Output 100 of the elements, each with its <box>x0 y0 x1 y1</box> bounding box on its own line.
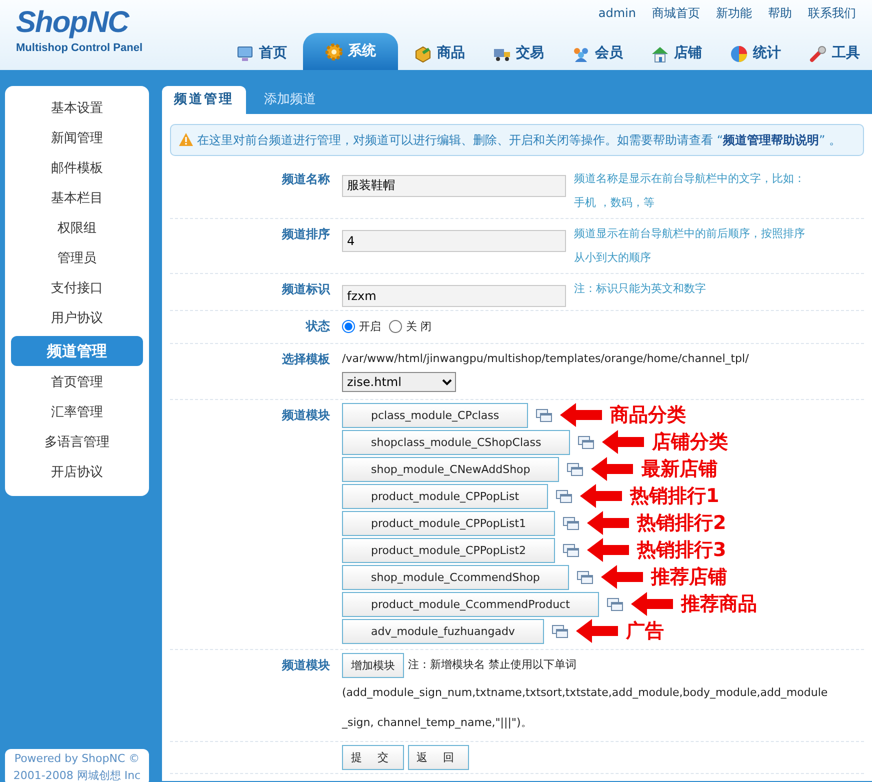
wrench-icon <box>809 44 827 62</box>
nav-tab[interactable]: 统计 <box>718 37 793 70</box>
module-button[interactable]: shopclass_module_CShopClass <box>342 430 570 454</box>
nav-tab[interactable]: 商品 <box>402 37 477 70</box>
annotation-label: 热销排行3 <box>637 540 726 560</box>
windows-icon[interactable] <box>567 462 584 476</box>
header-link[interactable]: 帮助 <box>768 4 792 22</box>
help-text: 从小到大的顺序 <box>574 250 652 266</box>
module-button[interactable]: product_module_CPPopList1 <box>342 510 556 536</box>
gear-icon <box>325 42 343 60</box>
radio-button[interactable] <box>389 320 402 334</box>
notice-text: 在这里对前台频道进行管理，对频道可以进行编辑、删除、开启和关闭等操作。如需要帮助请查看 “频道管理帮助说明” 。 <box>197 132 842 148</box>
annotation-label: 推荐店铺 <box>650 568 727 586</box>
template-path: /var/www/html/jinwangpu/multishop/templates/orange/home/channel_tpl/ <box>342 351 750 367</box>
template-select[interactable]: zise.html <box>342 372 456 392</box>
annotation-arrow <box>600 565 643 589</box>
monitor-icon <box>236 44 254 62</box>
add-module-button[interactable]: 增加模块 <box>342 652 404 678</box>
field-label: 状态 <box>304 318 331 334</box>
annotation-arrow <box>587 511 630 535</box>
windows-icon[interactable] <box>578 436 594 448</box>
form-button[interactable]: 返 回 <box>408 744 469 770</box>
tab[interactable]: 频道管理 <box>162 86 246 114</box>
windows-icon[interactable] <box>576 570 593 584</box>
windows-icon[interactable] <box>536 408 552 422</box>
help-text: 频道名称是显示在前台导航栏中的文字，比如： <box>574 170 805 186</box>
field-label: 频道模块 <box>280 656 331 674</box>
sidebar-item[interactable]: 支付接口 <box>11 274 143 304</box>
annotation-label: 商品分类 <box>610 406 686 424</box>
module-button[interactable]: adv_module_fuzhuangadv <box>342 618 544 644</box>
windows-icon[interactable] <box>563 516 580 530</box>
header-link[interactable]: admin <box>598 4 636 22</box>
annotation-arrow <box>587 538 630 562</box>
windows-icon[interactable] <box>563 544 580 556</box>
field-label: 选择模板 <box>281 351 331 368</box>
field-label: 频道名称 <box>280 170 331 188</box>
field-label: 频道模块 <box>280 406 331 424</box>
header-link[interactable]: 联系我们 <box>808 4 856 22</box>
module-button[interactable]: shop_module_CcommendShop <box>342 564 569 590</box>
module-button[interactable]: product_module_CcommendProduct <box>342 592 599 616</box>
header-link[interactable]: 新功能 <box>716 4 752 22</box>
annotation-label: 热销排行2 <box>637 514 726 532</box>
sidebar-item[interactable]: 多语言管理 <box>11 428 143 458</box>
sidebar-item[interactable]: 邮件模板 <box>11 154 143 184</box>
annotation-arrow <box>576 619 618 643</box>
warning-icon <box>179 133 193 146</box>
nav-tab[interactable]: 首页 <box>224 37 299 70</box>
note-text: 注：新增模块名 禁止使用以下单词 <box>408 656 576 673</box>
pie-chart-icon <box>730 44 748 62</box>
module-button[interactable]: pclass_module_CPclass <box>342 402 528 428</box>
annotation-label: 最新店铺 <box>641 460 718 478</box>
input-field[interactable]: 服装鞋帽 <box>342 174 566 196</box>
logo-subtitle: Multishop Control Panel <box>16 42 142 54</box>
sidebar-item[interactable]: 频道管理 <box>11 336 143 366</box>
sidebar-item[interactable]: 首页管理 <box>11 368 143 398</box>
annotation-label: 推荐商品 <box>680 594 757 614</box>
sidebar-item[interactable]: 基本栏目 <box>11 184 143 214</box>
sidebar-item[interactable]: 汇率管理 <box>11 398 143 428</box>
sidebar-item[interactable]: 管理员 <box>11 244 143 274</box>
module-button[interactable]: product_module_CPPopList <box>342 484 548 508</box>
field-label: 频道标识 <box>280 280 332 298</box>
input-field[interactable]: fzxm <box>342 284 566 306</box>
windows-icon[interactable] <box>552 624 568 638</box>
windows-icon[interactable] <box>606 598 623 610</box>
house-icon <box>651 44 669 62</box>
annotation-arrow <box>630 592 673 616</box>
sidebar-item[interactable]: 用户协议 <box>11 304 143 334</box>
header-link[interactable]: 商城首页 <box>652 4 700 22</box>
help-text: 注：标识只能为英文和数字 <box>574 280 706 296</box>
nav-tab[interactable]: 工具 <box>797 37 872 70</box>
radio-label: 开启 <box>359 318 381 334</box>
module-button[interactable]: shop_module_CNewAddShop <box>342 456 560 482</box>
footer-text: Powered by ShopNC © <box>13 751 141 767</box>
footer-text: 2001-2008 网城创想 Inc <box>12 768 142 782</box>
nav-tab[interactable]: 交易 <box>481 37 556 70</box>
sidebar-item[interactable]: 新闻管理 <box>11 124 143 154</box>
box-icon <box>414 44 432 62</box>
module-button[interactable]: product_module_CPPopList2 <box>342 538 556 562</box>
radio-label: 关 闭 <box>406 318 432 334</box>
sidebar-item[interactable]: 基本设置 <box>11 94 143 124</box>
annotation-label: 广告 <box>626 622 664 640</box>
help-text: 手机 ，数码，等 <box>574 194 656 210</box>
form-button[interactable]: 提 交 <box>342 744 404 770</box>
logo: ShopNC <box>16 8 130 38</box>
nav-tab[interactable]: 会员 <box>560 37 635 70</box>
sidebar-item[interactable]: 权限组 <box>11 214 143 244</box>
windows-icon[interactable] <box>556 490 572 502</box>
sidebar-item[interactable]: 开店协议 <box>11 458 143 488</box>
annotation-arrow <box>591 457 634 481</box>
annotation-arrow <box>580 484 622 508</box>
radio-button[interactable] <box>342 320 355 334</box>
annotation-arrow <box>560 403 602 427</box>
annotation-arrow <box>602 430 644 454</box>
reserved-words-text: (add_module_sign_num,txtname,txtsort,txtstate,add_module,body_module,add_module_sign, channel_temp_name,"|||")。 <box>342 684 829 731</box>
field-label: 频道排序 <box>280 226 331 242</box>
help-text: 频道显示在前台导航栏中的前后顺序，按照排序 <box>574 226 805 242</box>
input-field[interactable]: 4 <box>342 230 566 252</box>
annotation-label: 店铺分类 <box>652 432 728 452</box>
annotation-label: 热销排行1 <box>630 486 720 506</box>
nav-tab[interactable]: 店铺 <box>639 37 714 70</box>
